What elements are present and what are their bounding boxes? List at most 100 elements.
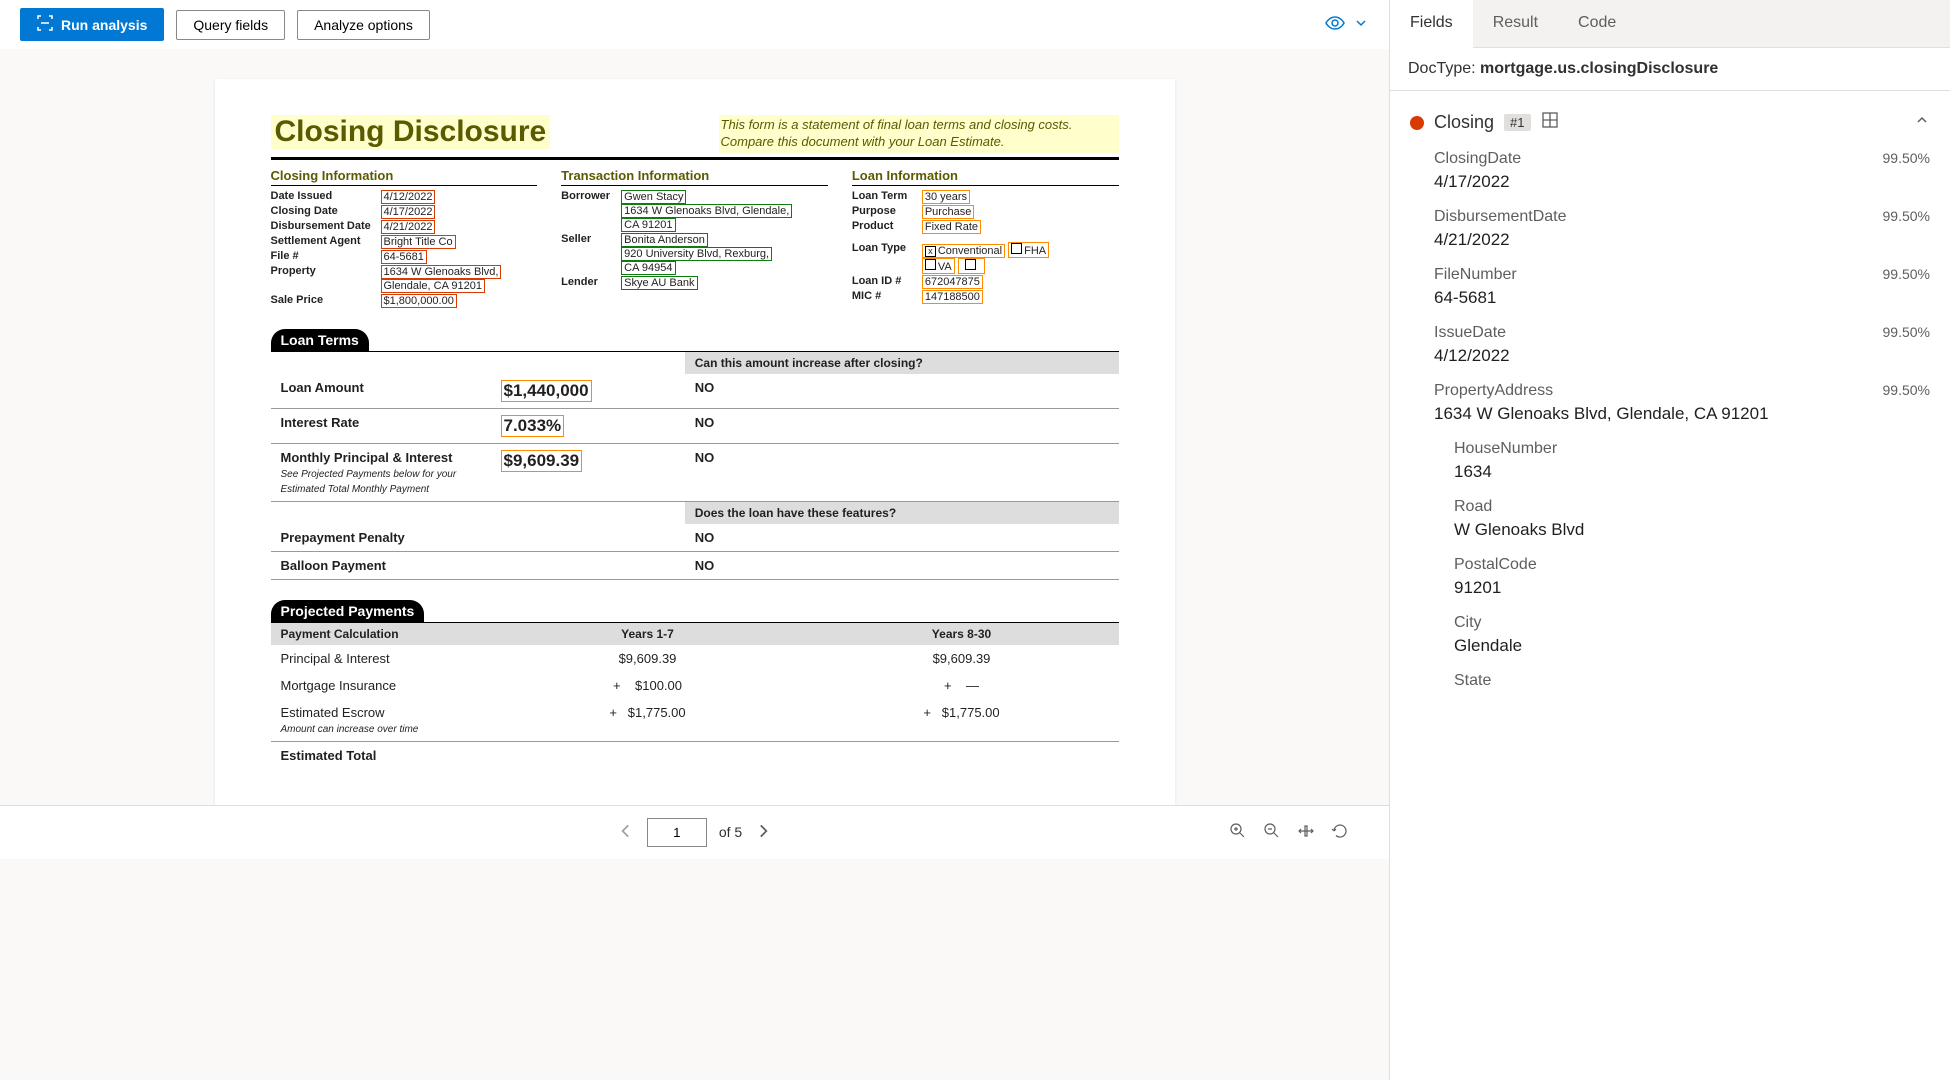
sale-price-value: $1,800,000.00 [381,294,457,308]
disbursement-label: Disbursement Date [271,220,381,234]
property-line1: 1634 W Glenoaks Blvd, [381,265,502,279]
zoom-out-icon[interactable] [1263,822,1281,843]
field-name: DisbursementDate [1434,208,1567,226]
escrow-years-1-7: $1,775.00 [628,705,686,720]
balloon-answer: NO [685,551,1119,579]
settlement-label: Settlement Agent [271,235,381,249]
years-1-7: Years 1-7 [491,622,805,645]
visibility-icon[interactable] [1325,13,1345,36]
closing-date-label: Closing Date [271,205,381,219]
prepay-label: Prepayment Penalty [271,524,491,552]
nested-field-item[interactable]: City Glendale [1390,608,1950,666]
years-8-30: Years 8-30 [805,622,1119,645]
mic-label: MIC # [852,290,922,304]
chevron-down-icon[interactable] [1353,15,1369,34]
run-analysis-label: Run analysis [61,17,147,33]
plus-2: + [944,678,952,693]
fields-list: Closing #1 ClosingDate99.50%4/17/2022Dis… [1390,91,1950,1080]
field-value: 91201 [1454,578,1930,598]
plus-4: + [923,705,931,720]
field-item[interactable]: DisbursementDate99.50%4/21/2022 [1390,202,1950,260]
increase-question: Can this amount increase after closing? [685,351,1119,374]
nested-field-item[interactable]: RoadW Glenoaks Blvd [1390,492,1950,550]
field-value: 4/17/2022 [1434,172,1930,192]
loan-term-value: 30 years [922,190,970,204]
interest-rate-value: 7.033% [501,415,565,437]
grid-icon[interactable] [1541,111,1559,134]
field-item[interactable]: IssueDate99.50%4/12/2022 [1390,318,1950,376]
product-value: Fixed Rate [922,220,981,234]
loan-id-label: Loan ID # [852,275,922,289]
closing-date-value: 4/17/2022 [381,205,436,219]
field-name: City [1454,614,1482,632]
field-name: IssueDate [1434,324,1506,342]
mic-value: 147188500 [922,290,983,304]
loan-amount-answer: NO [685,374,1119,409]
chevron-up-icon[interactable] [1914,112,1930,133]
document-viewer: Closing Disclosure This form is a statem… [0,49,1389,1080]
interest-rate-label: Interest Rate [271,408,491,443]
pi-label: Principal & Interest [271,645,491,672]
lender-label: Lender [561,276,621,290]
next-page-icon[interactable] [754,822,772,843]
group-header[interactable]: Closing #1 [1390,101,1950,144]
field-item[interactable]: ClosingDate99.50%4/17/2022 [1390,144,1950,202]
escrow-years-8-30: $1,775.00 [942,705,1000,720]
group-color-dot [1410,116,1424,130]
date-issued-value: 4/12/2022 [381,190,436,204]
purpose-value: Purchase [922,205,974,219]
field-confidence: 99.50% [1883,208,1930,224]
nested-field-item[interactable]: HouseNumber1634 [1390,434,1950,492]
tab-result[interactable]: Result [1473,0,1558,47]
property-line2: Glendale, CA 91201 [381,279,485,293]
seller-addr2: CA 94954 [621,261,675,275]
property-label: Property [271,265,381,293]
field-name: FileNumber [1434,266,1517,284]
page-input[interactable] [647,818,707,847]
field-name: ClosingDate [1434,150,1521,168]
analyze-options-button[interactable]: Analyze options [297,10,430,40]
loan-amount-label: Loan Amount [271,374,491,409]
loan-type-fha: FHA [1024,245,1046,257]
seller-addr1: 920 University Blvd, Rexburg, [621,247,772,261]
rotate-icon[interactable] [1331,822,1349,843]
field-confidence: 99.50% [1883,382,1930,398]
pi-years-8-30: $9,609.39 [805,645,1119,672]
field-item[interactable]: PropertyAddress99.50%1634 W Glenoaks Blv… [1390,376,1950,434]
query-fields-button[interactable]: Query fields [176,10,285,40]
escrow-sublabel: Amount can increase over time [281,724,419,735]
estimated-total-label: Estimated Total [271,741,491,769]
borrower-label: Borrower [561,190,621,232]
field-name: PostalCode [1454,556,1537,574]
tab-fields[interactable]: Fields [1390,0,1473,48]
group-name: Closing [1434,112,1494,133]
fit-width-icon[interactable] [1297,822,1315,843]
features-question: Does the loan have these features? [685,501,1119,524]
doc-subtitle: This form is a statement of final loan t… [719,115,1119,153]
loan-id-value: 672047875 [922,275,983,289]
balloon-label: Balloon Payment [271,551,491,579]
projected-header: Projected Payments [271,600,425,622]
tab-code[interactable]: Code [1558,0,1636,47]
lender-value: Skye AU Bank [621,276,697,290]
loan-type-label: Loan Type [852,242,922,274]
run-analysis-button[interactable]: Run analysis [20,8,164,41]
field-value: W Glenoaks Blvd [1454,520,1930,540]
field-confidence: 99.50% [1883,266,1930,282]
zoom-in-icon[interactable] [1229,822,1247,843]
field-confidence: 99.50% [1883,324,1930,340]
mi-years-1-7: $100.00 [635,678,682,693]
tabs: Fields Result Code [1390,0,1950,48]
nested-field-item[interactable]: PostalCode 91201 [1390,550,1950,608]
document-panel: Run analysis Query fields Analyze option… [0,0,1390,1080]
field-name: PropertyAddress [1434,382,1553,400]
prepay-answer: NO [685,524,1119,552]
field-value: Glendale [1454,636,1930,656]
field-item[interactable]: FileNumber99.50%64-5681 [1390,260,1950,318]
nested-field-item[interactable]: State [1390,666,1950,700]
prev-page-icon[interactable] [617,822,635,843]
toolbar: Run analysis Query fields Analyze option… [0,0,1389,49]
mpi-value: $9,609.39 [501,450,583,472]
mi-label: Mortgage Insurance [271,672,491,699]
plus-3: + [609,705,617,720]
